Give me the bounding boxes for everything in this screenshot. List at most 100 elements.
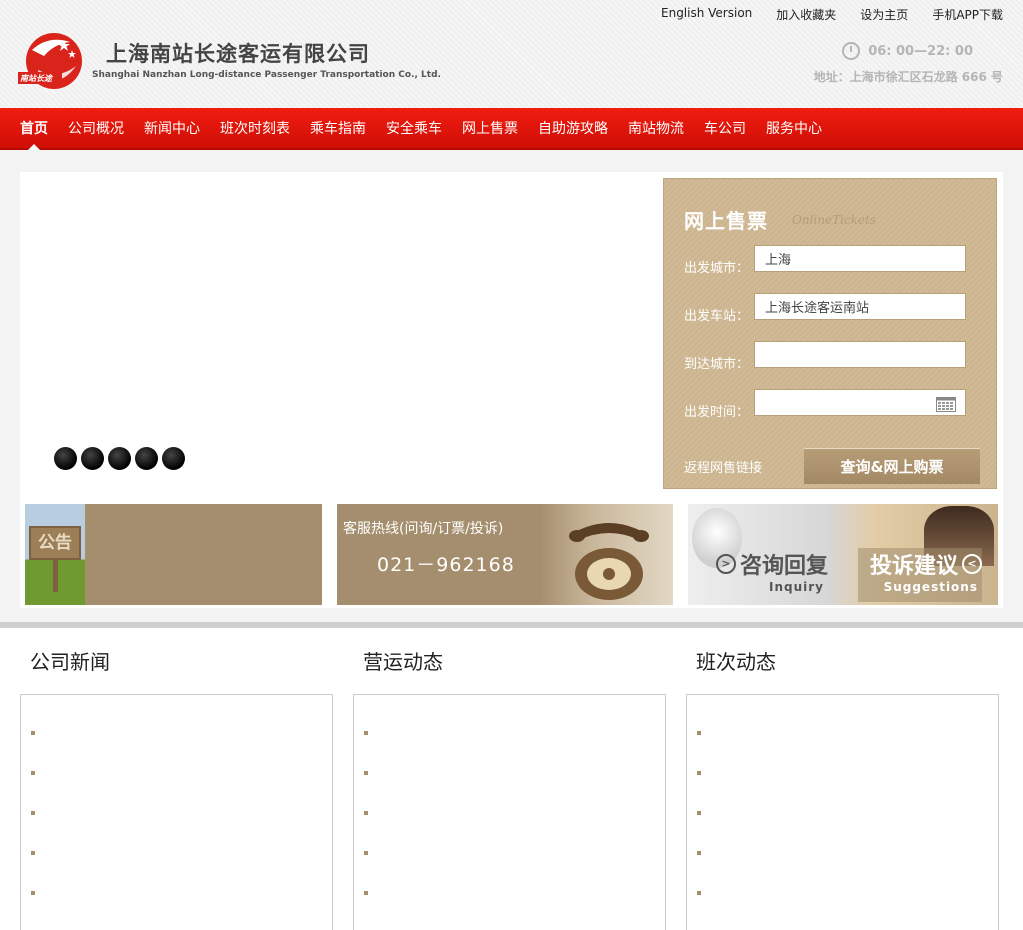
departure-station-label: 出发车站： (684, 309, 750, 324)
nav-service-center[interactable]: 服务中心 (756, 108, 832, 148)
logo-icon: 南站长途 (18, 33, 82, 89)
departure-time-input[interactable] (754, 389, 966, 416)
news-section: 公司新闻 营运动态 班次动态 (0, 628, 1023, 930)
slider-dot[interactable] (81, 447, 104, 470)
add-favorites-link[interactable]: 加入收藏夹 (776, 6, 836, 23)
company-logo[interactable]: 南站长途 (18, 30, 86, 92)
arrival-city-input[interactable] (754, 341, 966, 368)
bullet-icon (31, 891, 35, 895)
mobile-app-link[interactable]: 手机APP下载 (932, 6, 1003, 23)
business-hours: 06: 00—22: 00 (842, 42, 973, 60)
logo-text: 南站长途 (20, 73, 54, 83)
slider-dot[interactable] (54, 447, 77, 470)
bullet-icon (364, 891, 368, 895)
slider-dot[interactable] (135, 447, 158, 470)
list-item[interactable] (31, 833, 332, 873)
bullet-icon (364, 731, 368, 735)
nav-self-guided-tours[interactable]: 自助游攻略 (528, 108, 618, 148)
company-news-list (20, 694, 333, 930)
inquiry-label-en: Inquiry (769, 580, 824, 594)
nav-timetable[interactable]: 班次时刻表 (210, 108, 300, 148)
bullet-icon (364, 851, 368, 855)
departure-station-input[interactable] (754, 293, 966, 320)
nav-boarding-guide[interactable]: 乘车指南 (300, 108, 376, 148)
nav-bus-company[interactable]: 车公司 (694, 108, 756, 148)
company-news-title: 公司新闻 (30, 650, 110, 674)
list-item[interactable] (364, 873, 665, 913)
bullet-icon (31, 851, 35, 855)
nav-company-overview[interactable]: 公司概况 (58, 108, 134, 148)
slider-dot[interactable] (162, 447, 185, 470)
nav-logistics[interactable]: 南站物流 (618, 108, 694, 148)
english-version-link[interactable]: English Version (661, 6, 752, 23)
list-item[interactable] (697, 713, 998, 753)
hotline-number: 021－962168 (377, 554, 515, 576)
bullet-icon (697, 851, 701, 855)
list-item[interactable] (31, 873, 332, 913)
operations-news-list (353, 694, 666, 930)
list-item[interactable] (364, 753, 665, 793)
main-panel: 网上售票 OnlineTickets 出发城市： 出发车站： 到达城市： 出发时… (20, 172, 1003, 608)
list-item[interactable] (31, 713, 332, 753)
hotline-banner[interactable]: 客服热线(问询/订票/投诉) 021－962168 (337, 504, 673, 605)
departure-city-input[interactable] (754, 245, 966, 272)
address-text: 地址：上海市徐汇区石龙路 666 号 (813, 70, 1003, 84)
arrow-left-icon: < (962, 554, 982, 574)
list-item[interactable] (31, 913, 332, 930)
list-item[interactable] (364, 913, 665, 930)
notice-banner[interactable]: 公告 (25, 504, 322, 605)
list-item[interactable] (31, 793, 332, 833)
nav-home[interactable]: 首页 (10, 108, 58, 150)
nav-news-center[interactable]: 新闻中心 (134, 108, 210, 148)
service-banner: > 咨询回复 Inquiry 投诉建议 < Suggestions (688, 504, 998, 605)
list-item[interactable] (31, 753, 332, 793)
return-ticket-link[interactable]: 返程网售链接 (684, 457, 762, 476)
main-nav: 首页 公司概况 新闻中心 班次时刻表 乘车指南 安全乘车 网上售票 自助游攻略 … (0, 108, 1023, 150)
bullet-icon (697, 891, 701, 895)
nav-safe-riding[interactable]: 安全乘车 (376, 108, 452, 148)
inquiry-button[interactable]: > 咨询回复 Inquiry (704, 548, 828, 602)
list-item[interactable] (697, 873, 998, 913)
site-header: English Version 加入收藏夹 设为主页 手机APP下载 南站长途 … (0, 0, 1023, 108)
hours-text: 06: 00—22: 00 (868, 43, 973, 59)
schedule-news-list (686, 694, 999, 930)
set-homepage-link[interactable]: 设为主页 (860, 6, 908, 23)
image-slider[interactable] (20, 172, 660, 492)
list-item[interactable] (697, 833, 998, 873)
list-item[interactable] (364, 793, 665, 833)
telephone-icon (539, 504, 673, 605)
calendar-icon[interactable] (936, 396, 956, 412)
arrow-right-icon: > (715, 554, 736, 574)
departure-city-label: 出发城市： (684, 261, 750, 276)
brand-name-en: Shanghai Nanzhan Long-distance Passenger… (92, 70, 441, 80)
suggestions-button[interactable]: 投诉建议 < Suggestions (858, 548, 982, 602)
clock-icon (842, 42, 861, 60)
bullet-icon (697, 731, 701, 735)
bullet-icon (31, 771, 35, 775)
bullet-icon (697, 771, 701, 775)
list-item[interactable] (697, 793, 998, 833)
list-item[interactable] (364, 833, 665, 873)
bullet-icon (31, 811, 35, 815)
top-links: English Version 加入收藏夹 设为主页 手机APP下载 (661, 6, 1003, 23)
notice-post (53, 560, 58, 592)
hotline-label: 客服热线(问询/订票/投诉) (343, 521, 504, 537)
nav-online-tickets[interactable]: 网上售票 (452, 108, 528, 148)
bullet-icon (697, 811, 701, 815)
online-ticket-form: 网上售票 OnlineTickets 出发城市： 出发车站： 到达城市： 出发时… (663, 178, 997, 489)
slider-dot[interactable] (108, 447, 131, 470)
schedule-news-title: 班次动态 (696, 650, 776, 674)
bullet-icon (31, 731, 35, 735)
ticket-subtitle: OnlineTickets (792, 213, 876, 227)
ticket-title: 网上售票 (684, 209, 768, 233)
arrival-city-label: 到达城市： (684, 357, 750, 372)
list-item[interactable] (697, 913, 998, 930)
query-purchase-button[interactable]: 查询&网上购票 (804, 448, 980, 484)
suggestions-label-en: Suggestions (883, 580, 978, 594)
list-item[interactable] (697, 753, 998, 793)
list-item[interactable] (364, 713, 665, 753)
operations-news-title: 营运动态 (363, 650, 443, 674)
bullet-icon (364, 771, 368, 775)
notice-board-icon: 公告 (29, 526, 81, 560)
bullet-icon (364, 811, 368, 815)
